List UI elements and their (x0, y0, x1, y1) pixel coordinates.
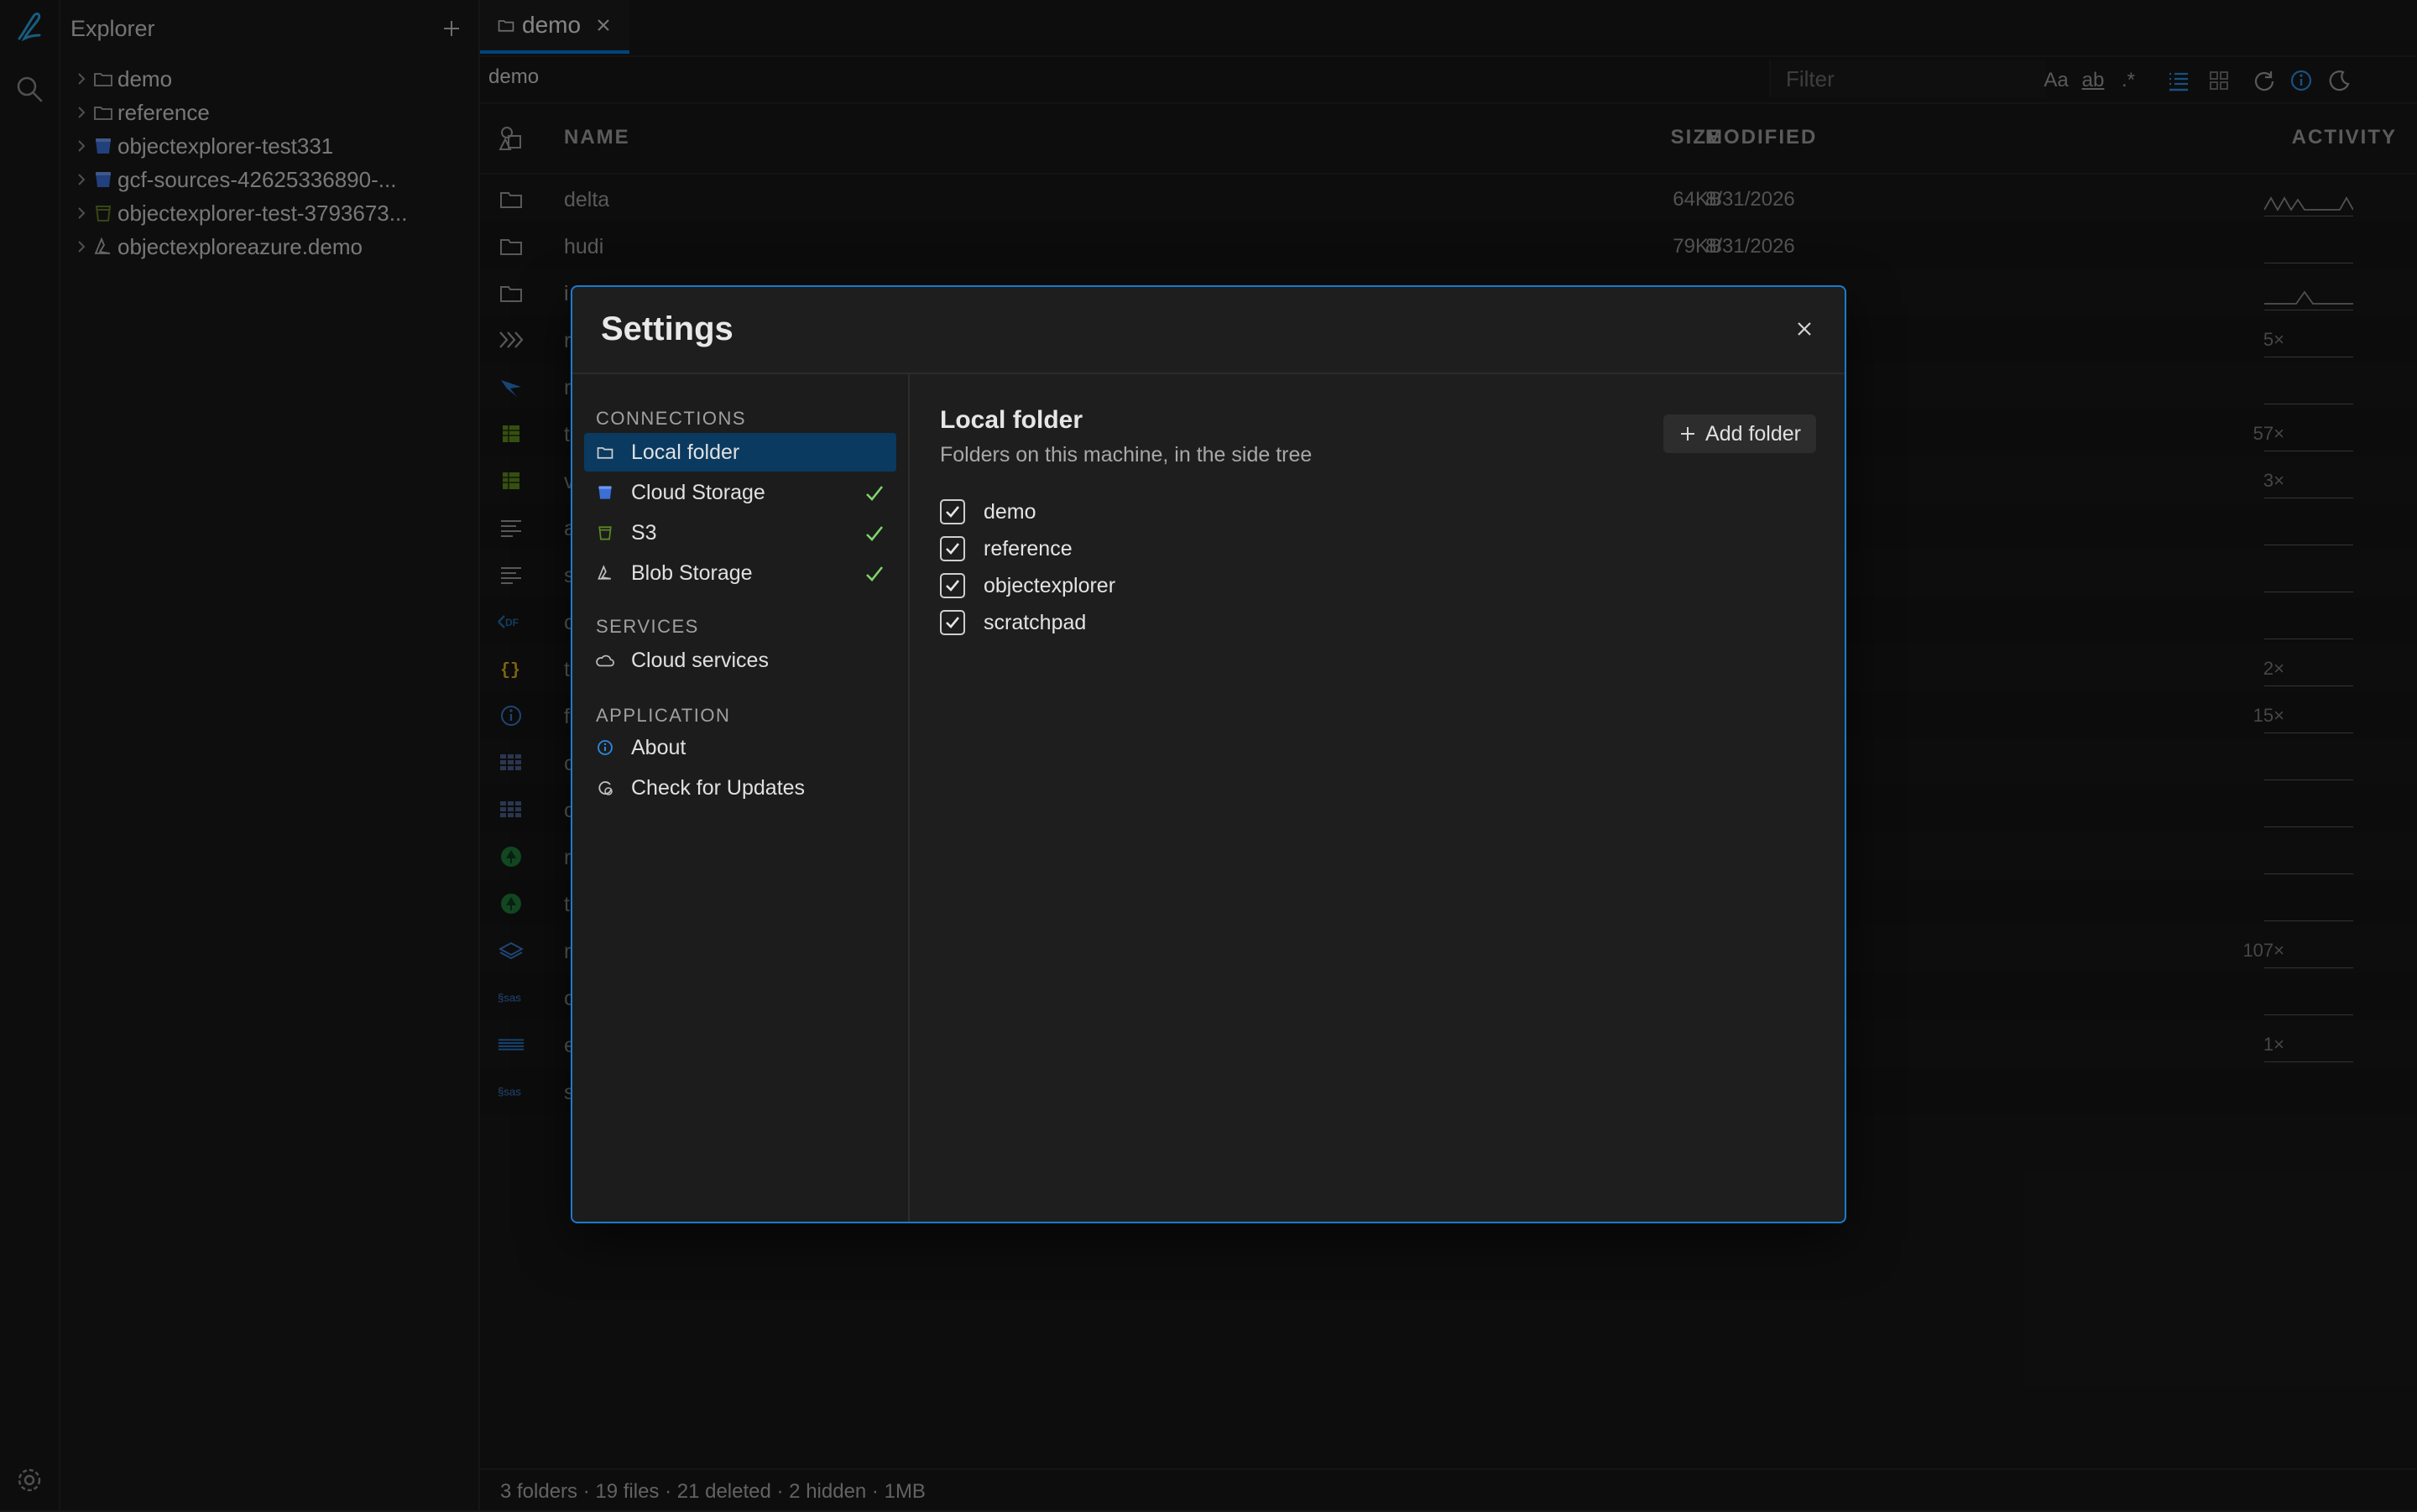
settings-title: Settings (601, 310, 733, 347)
nav-section-connections: CONNECTIONS (596, 408, 747, 429)
check-icon (946, 580, 960, 592)
check-icon (946, 506, 960, 518)
nav-item-cloud-storage[interactable]: Cloud Storage (584, 473, 896, 512)
cloud-icon (594, 649, 616, 671)
check-icon (866, 526, 884, 541)
folder-icon (594, 441, 616, 463)
checkbox[interactable] (940, 536, 965, 561)
checkbox[interactable] (940, 573, 965, 598)
update-icon (594, 777, 616, 799)
info-icon (594, 737, 616, 759)
nav-item-blob-storage[interactable]: Blob Storage (584, 554, 896, 592)
nav-section-services: SERVICES (596, 616, 699, 637)
check-icon (866, 486, 884, 501)
close-icon[interactable] (1788, 312, 1821, 346)
folder-label: reference (984, 536, 1073, 560)
check-icon (946, 617, 960, 628)
settings-header: Settings (572, 287, 1845, 374)
folder-checkbox-row[interactable]: scratchpad (940, 607, 1086, 638)
nav-item-label: S3 (631, 520, 657, 545)
checkbox[interactable] (940, 610, 965, 635)
folder-label: demo (984, 499, 1036, 524)
folder-checkbox-row[interactable]: objectexplorer (940, 571, 1115, 601)
nav-item-label: Cloud Storage (631, 480, 765, 504)
check-icon (946, 543, 960, 555)
nav-item-label: Blob Storage (631, 560, 753, 585)
settings-dialog: Settings CONNECTIONS Local folder Cloud … (571, 285, 1846, 1223)
folder-checkbox-row[interactable]: demo (940, 497, 1036, 527)
settings-content: Local folder Folders on this machine, in… (910, 374, 1845, 1222)
nav-section-application: APPLICATION (596, 705, 731, 726)
add-folder-label: Add folder (1705, 421, 1801, 446)
nav-item-local-folder[interactable]: Local folder (584, 433, 896, 472)
check-icon (866, 566, 884, 581)
nav-item-label: Cloud services (631, 648, 769, 672)
folder-label: scratchpad (984, 610, 1087, 634)
nav-item-s3[interactable]: S3 (584, 514, 896, 552)
add-folder-button[interactable]: Add folder (1663, 414, 1816, 453)
folder-label: objectexplorer (984, 573, 1116, 597)
content-subtitle: Folders on this machine, in the side tre… (940, 443, 1313, 467)
s3-icon (594, 522, 616, 544)
nav-item-about[interactable]: About (584, 728, 896, 767)
settings-nav: CONNECTIONS Local folder Cloud Storage S… (572, 374, 910, 1222)
plus-icon (1681, 427, 1695, 441)
checkbox[interactable] (940, 499, 965, 524)
bucket-icon (594, 482, 616, 503)
azure-icon (594, 562, 616, 584)
nav-item-check-updates[interactable]: Check for Updates (584, 769, 896, 807)
content-title: Local folder (940, 406, 1083, 434)
folder-checkbox-row[interactable]: reference (940, 534, 1073, 564)
nav-item-label: About (631, 735, 686, 759)
nav-item-label: Check for Updates (631, 775, 806, 800)
nav-item-label: Local folder (631, 440, 740, 464)
nav-item-cloud-services[interactable]: Cloud services (584, 641, 896, 680)
